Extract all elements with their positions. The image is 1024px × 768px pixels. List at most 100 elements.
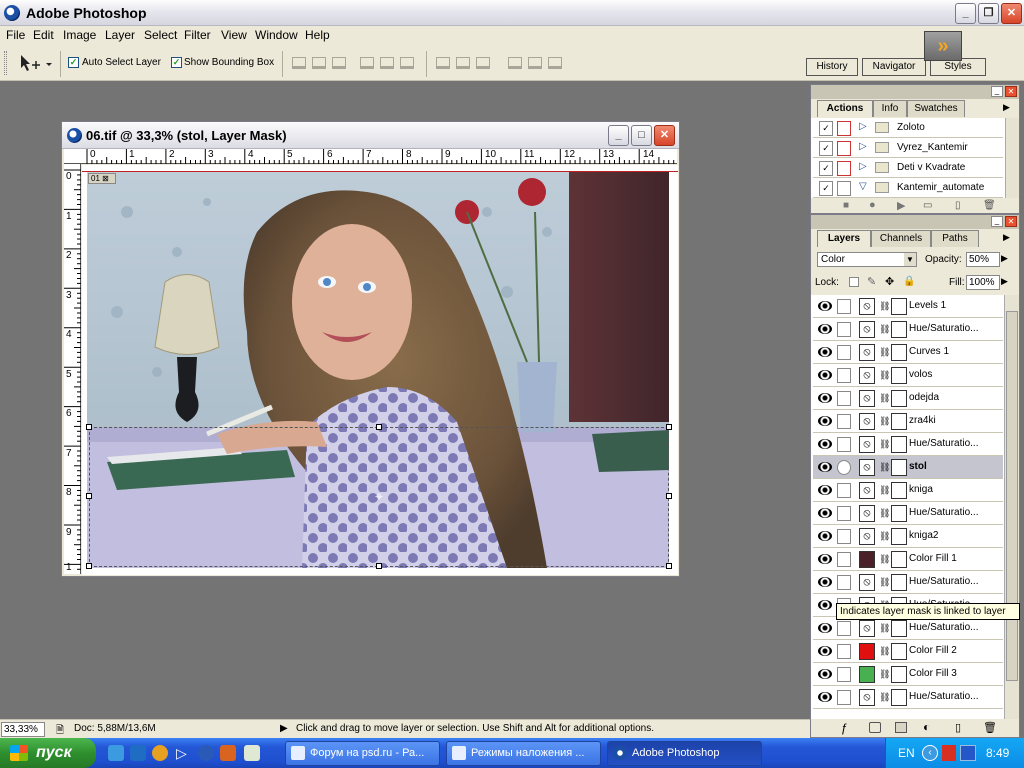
actions-scrollbar[interactable] xyxy=(1005,118,1019,198)
menu-file[interactable]: File xyxy=(6,28,25,42)
mask-link-chain-icon[interactable]: ⛓ xyxy=(879,508,890,519)
quicklaunch-photoshop-icon[interactable] xyxy=(198,745,214,761)
layer-row[interactable]: ⦸ ⛓ Curves 1 xyxy=(813,341,1003,364)
imageready-jump-icon[interactable]: » xyxy=(924,31,962,61)
taskbar-button-photoshop[interactable]: Adobe Photoshop xyxy=(607,741,762,766)
layer-link-box[interactable] xyxy=(837,322,851,337)
menu-window[interactable]: Window xyxy=(255,28,298,42)
vertical-ruler[interactable]: 0 1 2 3 4 5 6 7 8 9 1 xyxy=(64,164,81,574)
layer-mask-thumbnail[interactable] xyxy=(891,413,907,430)
adjustment-thumbnail-icon[interactable]: ⦸ xyxy=(859,528,875,545)
visibility-eye-icon[interactable] xyxy=(818,370,832,380)
expand-triangle-icon[interactable]: ▷ xyxy=(859,141,867,152)
auto-select-checkbox[interactable]: ✓ xyxy=(68,57,79,68)
tray-network-icon[interactable] xyxy=(960,745,976,761)
layer-link-box[interactable] xyxy=(837,506,851,521)
layer-link-box[interactable] xyxy=(837,345,851,360)
mask-link-chain-icon[interactable]: ⛓ xyxy=(879,531,890,542)
layer-mask-thumbnail[interactable] xyxy=(891,574,907,591)
transform-handle[interactable] xyxy=(376,424,382,430)
adjustment-thumbnail-icon[interactable]: ⦸ xyxy=(859,482,875,499)
transform-handle[interactable] xyxy=(86,493,92,499)
menu-layer[interactable]: Layer xyxy=(105,28,135,42)
quicklaunch-browser-icon[interactable] xyxy=(130,745,146,761)
adjustment-thumbnail-icon[interactable]: ⦸ xyxy=(859,321,875,338)
adjustment-thumbnail-icon[interactable]: ⦸ xyxy=(859,367,875,384)
chevron-down-icon[interactable]: ▼ xyxy=(904,253,916,266)
layer-row[interactable]: ⦸ ⛓ Hue/Saturatio... xyxy=(813,686,1003,709)
distribute-left-icon[interactable] xyxy=(508,57,522,69)
new-set-icon[interactable]: ▭ xyxy=(923,200,932,211)
fill-color-thumbnail[interactable] xyxy=(859,643,875,660)
dialog-toggle-icon[interactable] xyxy=(837,141,851,156)
menu-select[interactable]: Select xyxy=(144,28,177,42)
play-icon[interactable]: ▶ xyxy=(897,199,905,212)
visibility-eye-icon[interactable] xyxy=(818,393,832,403)
transform-handle[interactable] xyxy=(86,563,92,569)
adjustment-thumbnail-icon[interactable]: ⦸ xyxy=(859,620,875,637)
align-vcenter-icon[interactable] xyxy=(312,57,326,69)
adjustment-thumbnail-icon[interactable]: ⦸ xyxy=(859,689,875,706)
action-set-row[interactable]: ✓ ▷ Vyrez_Kantemir xyxy=(813,138,1003,158)
options-grip[interactable] xyxy=(4,51,7,75)
doc-maximize-button[interactable]: □ xyxy=(631,125,652,146)
distribute-hcenter-icon[interactable] xyxy=(528,57,542,69)
tray-expand-icon[interactable]: ‹ xyxy=(922,745,938,761)
visibility-eye-icon[interactable] xyxy=(818,669,832,679)
adjustment-thumbnail-icon[interactable]: ⦸ xyxy=(859,344,875,361)
quicklaunch-play-icon[interactable]: ▷ xyxy=(176,745,192,761)
lock-transparency-icon[interactable] xyxy=(849,277,859,287)
layer-row[interactable]: ⦸ ⛓ kniga xyxy=(813,479,1003,502)
layer-link-box[interactable] xyxy=(837,414,851,429)
adjustment-thumbnail-icon[interactable]: ⦸ xyxy=(859,505,875,522)
distribute-vcenter-icon[interactable] xyxy=(456,57,470,69)
quicklaunch-ie-icon[interactable] xyxy=(108,745,124,761)
menu-image[interactable]: Image xyxy=(63,28,96,42)
tray-app-icon[interactable] xyxy=(942,745,956,761)
transform-handle[interactable] xyxy=(376,563,382,569)
action-set-row[interactable]: ✓ ▷ Zoloto xyxy=(813,118,1003,138)
visibility-eye-icon[interactable] xyxy=(818,462,832,472)
mask-link-chain-icon[interactable]: ⛓ xyxy=(879,646,890,657)
adjustment-layer-icon[interactable]: ◐ xyxy=(923,720,930,734)
action-enabled-checkbox[interactable]: ✓ xyxy=(819,141,833,156)
menu-view[interactable]: View xyxy=(221,28,247,42)
distribute-right-icon[interactable] xyxy=(548,57,562,69)
layer-mask-thumbnail[interactable] xyxy=(891,390,907,407)
action-set-row[interactable]: ✓ ▽ Kantemir_automate xyxy=(813,178,1003,198)
action-enabled-checkbox[interactable]: ✓ xyxy=(819,161,833,176)
quicklaunch-editor-icon[interactable] xyxy=(244,745,260,761)
layers-palette-titlebar[interactable] xyxy=(811,215,1019,229)
tab-layers[interactable]: Layers xyxy=(817,230,871,247)
palette-menu-arrow-icon[interactable]: ▶ xyxy=(1003,232,1010,243)
blend-mode-select[interactable]: Color ▼ xyxy=(817,252,917,267)
layer-mask-thumbnail[interactable] xyxy=(891,436,907,453)
adjustment-thumbnail-icon[interactable]: ⦸ xyxy=(859,298,875,315)
doc-close-button[interactable]: ✕ xyxy=(654,125,675,146)
trash-icon[interactable]: 🗑 xyxy=(983,721,997,734)
visibility-eye-icon[interactable] xyxy=(818,347,832,357)
align-bottom-icon[interactable] xyxy=(332,57,346,69)
visibility-eye-icon[interactable] xyxy=(818,416,832,426)
fill-color-thumbnail[interactable] xyxy=(859,666,875,683)
transform-handle[interactable] xyxy=(666,493,672,499)
mask-link-chain-icon[interactable]: ⛓ xyxy=(879,347,890,358)
transform-handle[interactable] xyxy=(666,424,672,430)
layer-link-box[interactable] xyxy=(837,460,851,475)
dialog-toggle-icon[interactable] xyxy=(837,161,851,176)
expand-triangle-icon[interactable]: ▷ xyxy=(859,161,867,172)
layer-mask-thumbnail[interactable] xyxy=(891,666,907,683)
layer-link-box[interactable] xyxy=(837,667,851,682)
menu-edit[interactable]: Edit xyxy=(33,28,54,42)
tab-actions[interactable]: Actions xyxy=(817,100,873,117)
expand-triangle-icon[interactable]: ▷ xyxy=(859,121,867,132)
layer-mask-thumbnail[interactable] xyxy=(891,643,907,660)
layer-mask-thumbnail[interactable] xyxy=(891,459,907,476)
tab-info[interactable]: Info xyxy=(873,100,907,117)
layer-row[interactable]: ⦸ ⛓ Hue/Saturatio... xyxy=(813,571,1003,594)
layer-row[interactable]: ⦸ ⛓ Hue/Saturatio... xyxy=(813,318,1003,341)
layer-row[interactable]: ⛓ Color Fill 3 xyxy=(813,663,1003,686)
visibility-eye-icon[interactable] xyxy=(818,600,832,610)
adjustment-thumbnail-icon[interactable]: ⦸ xyxy=(859,459,875,476)
lock-all-icon[interactable]: 🔒 xyxy=(903,276,915,287)
